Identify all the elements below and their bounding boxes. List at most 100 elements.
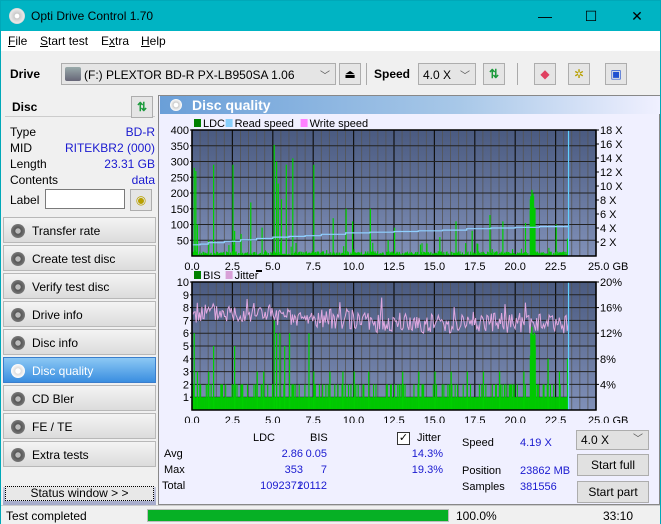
disc-gear-icon (11, 280, 25, 294)
bis-spike (558, 371, 561, 410)
bis-spike (466, 371, 468, 410)
y-tick-right: 14 X (600, 153, 623, 165)
y-tick-right: 20% (600, 277, 622, 289)
ldc-spike (232, 164, 234, 256)
x-tick: 7.5 (306, 415, 321, 423)
ldc-spike (426, 243, 428, 256)
menu-extra[interactable]: Extra (101, 34, 129, 48)
bis-spike (313, 371, 315, 410)
progress-fill (148, 510, 448, 521)
nav-create-test-disc[interactable]: Create test disc (3, 245, 156, 271)
settings-button[interactable]: ✲ (568, 63, 590, 85)
nav-label: Verify test disc (32, 280, 110, 294)
nav-transfer-rate[interactable]: Transfer rate (3, 217, 156, 243)
ldc-spike (273, 144, 275, 256)
refresh-button[interactable]: ⇅ (483, 63, 505, 85)
disc-type-row: Type BD-R (10, 125, 155, 141)
x-tick: 15.0 (424, 415, 445, 423)
x-tick: 0.0 (184, 415, 199, 423)
progress-bar (147, 509, 449, 522)
ldc-spike (455, 221, 457, 256)
toolbar-divider (517, 63, 518, 85)
ldc-spike (439, 237, 441, 256)
nav-label: CD Bler (32, 392, 75, 406)
nav-label: FE / TE (32, 420, 73, 434)
chevron-down-icon: ﹀ (320, 71, 330, 82)
progress-text: 100.0% (456, 509, 497, 523)
nav-drive-info[interactable]: Drive info (3, 301, 156, 327)
disc-contents-label: Contents (10, 173, 59, 187)
app-disc-icon (9, 8, 25, 24)
disc-quality-panel: Disc quality LDC Read speed Write speed 50 1… (158, 95, 660, 505)
speed-select[interactable]: 4.0 X ﹀ (418, 63, 476, 85)
ldc-spike (240, 233, 242, 256)
x-tick: 22.5 (545, 415, 566, 423)
close-button[interactable]: ✕ (614, 1, 660, 31)
disc-refresh-button[interactable]: ⇅ (131, 96, 153, 118)
nav-verify-test-disc[interactable]: Verify test disc (3, 273, 156, 299)
disc-label-button[interactable]: ◉ (130, 189, 152, 211)
erase-button[interactable]: ◆ (534, 63, 556, 85)
nav-disc-info[interactable]: Disc info (3, 329, 156, 355)
avg-jitter: 14.3% (411, 448, 443, 460)
legend-label-write-speed: Write speed (310, 118, 369, 130)
disc-gear-icon (11, 308, 25, 322)
status-text: Test completed (6, 509, 87, 523)
nav-label: Disc quality (32, 364, 94, 378)
ldc-spike (250, 202, 252, 256)
bis-spike (288, 333, 291, 410)
disc-contents-value: data (131, 173, 155, 187)
nav-fe-te[interactable]: FE / TE (3, 413, 156, 439)
menu-bar: File Start test Extra Help (1, 31, 660, 51)
title-bar: Opti Drive Control 1.70 — ☐ ✕ (1, 1, 660, 31)
minimize-button[interactable]: — (522, 1, 568, 31)
y-tick-right: 18 X (600, 125, 623, 137)
toolbar: Drive (F:) PLEXTOR BD-R PX-LB950SA 1.06 … (1, 51, 660, 95)
app-window: Opti Drive Control 1.70 — ☐ ✕ File Start… (0, 0, 661, 524)
test-speed-select[interactable]: 4.0 X ﹀ (576, 430, 649, 450)
start-part-button[interactable]: Start part (577, 481, 649, 503)
menu-file[interactable]: File (8, 34, 27, 48)
eject-button[interactable]: ⏏ (339, 63, 361, 85)
y-tick-left: 1 (183, 392, 189, 404)
nav-extra-tests[interactable]: Extra tests (3, 441, 156, 467)
nav-disc-quality[interactable]: Disc quality (3, 357, 156, 383)
disc-gear-icon (11, 252, 25, 266)
jitter-checkbox[interactable]: ✓ (397, 432, 410, 445)
x-tick: 20.0 (504, 415, 525, 423)
ldc-spike (313, 164, 315, 256)
drive-select[interactable]: (F:) PLEXTOR BD-R PX-LB950SA 1.06 ﹀ (61, 63, 336, 85)
start-full-button[interactable]: Start full (577, 454, 649, 476)
stats-panel: LDC BIS ✓ Jitter Avg 2.86 0.05 14.3% Max… (159, 430, 659, 506)
menu-help[interactable]: Help (141, 34, 166, 48)
save-button[interactable]: ▣ (605, 63, 627, 85)
nav-label: Extra tests (32, 448, 89, 462)
nav-cd-bler[interactable]: CD Bler (3, 385, 156, 411)
bis-spike (418, 371, 420, 410)
y-tick-left: 8 (183, 303, 189, 315)
ldc-spike (387, 240, 389, 256)
max-ldc: 353 (284, 464, 303, 476)
maximize-button[interactable]: ☐ (568, 1, 614, 31)
total-bis: 20112 (297, 480, 327, 492)
bis-spike (342, 371, 344, 410)
ldc-spike (196, 224, 199, 256)
settings-icon: ✲ (573, 67, 585, 81)
ldc-bar (228, 245, 230, 256)
bis-bar (534, 334, 536, 410)
x-tick: 10.0 (343, 415, 364, 423)
bis-chart: BIS Jitter 12345678910 4% 8% 12% 16% 20% 0.0 2.5 5… (177, 270, 628, 423)
disc-icon: ◉ (135, 193, 147, 207)
disc-label-input[interactable] (45, 189, 125, 209)
ldc-spike (292, 158, 294, 256)
status-window-button[interactable]: Status window > > (5, 486, 154, 501)
menu-start-test[interactable]: Start test (40, 34, 88, 48)
disc-mid-value: RITEKBR2 (000) (64, 141, 155, 155)
disc-contents-row: Contents data (10, 173, 155, 189)
disc-gear-icon (11, 420, 25, 434)
y-tick-left: 3 (183, 367, 189, 379)
bis-spike (242, 384, 244, 410)
eject-icon: ⏏ (344, 67, 356, 81)
disc-type-value: BD-R (125, 125, 155, 139)
bis-spike (434, 371, 436, 410)
